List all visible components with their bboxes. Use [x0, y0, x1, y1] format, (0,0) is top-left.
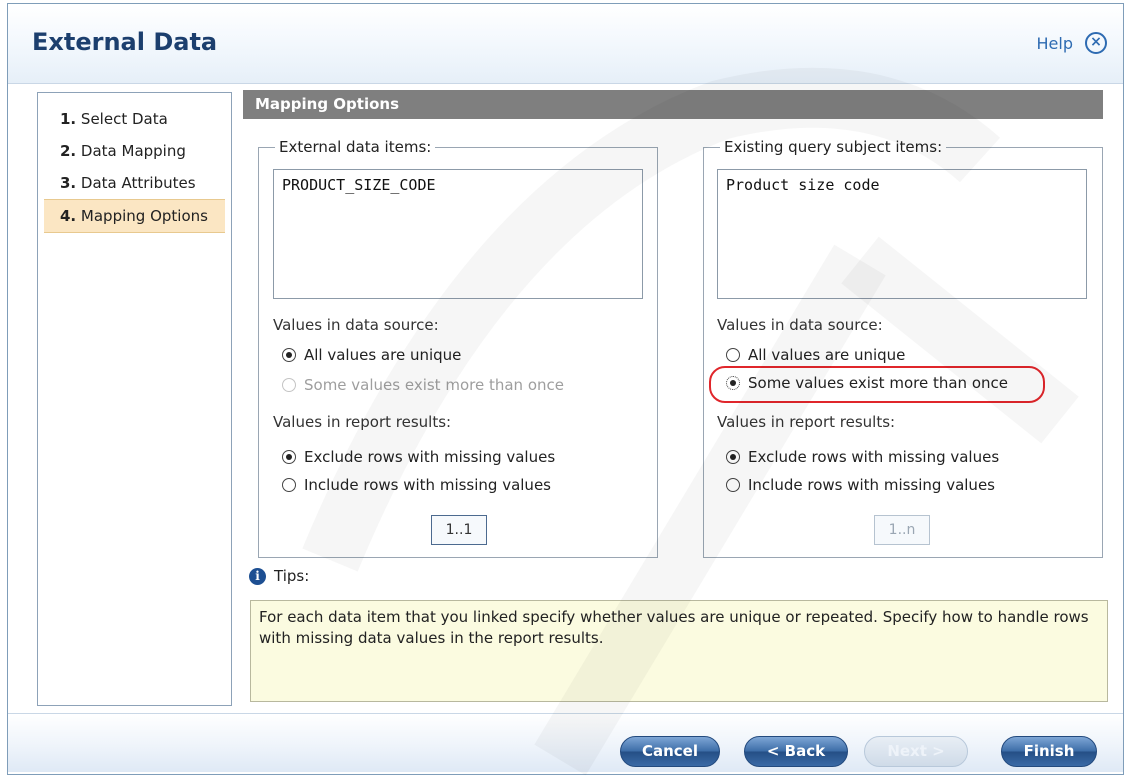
wizard-steps: 1. Select Data 2. Data Mapping 3. Data A… — [37, 92, 232, 706]
radio-label: Exclude rows with missing values — [748, 448, 1000, 466]
radio-checked-icon — [726, 450, 740, 464]
tips-label: Tips: — [274, 567, 310, 585]
step-number: 3. — [60, 174, 77, 192]
radio-all-unique[interactable]: All values are unique — [282, 346, 461, 364]
next-button: Next > — [864, 736, 968, 767]
step-number: 2. — [60, 142, 77, 160]
radio-checked-icon — [282, 348, 296, 362]
step-mapping-options[interactable]: 4. Mapping Options — [44, 199, 225, 233]
dialog-title: External Data — [32, 28, 218, 56]
group-legend: External data items: — [279, 138, 432, 156]
dialog-footer: Cancel < Back Next > Finish — [8, 713, 1123, 772]
title-bar: External Data Help × — [8, 4, 1123, 84]
step-label: Data Mapping — [80, 142, 186, 160]
step-label: Data Attributes — [80, 174, 196, 192]
help-link[interactable]: Help — [1037, 34, 1073, 53]
radio-include-missing[interactable]: Include rows with missing values — [726, 476, 995, 494]
group-legend: Existing query subject items: — [724, 138, 943, 156]
radio-label: Include rows with missing values — [748, 476, 995, 494]
values-report-label: Values in report results: — [273, 413, 452, 431]
step-data-mapping[interactable]: 2. Data Mapping — [38, 135, 231, 167]
step-number: 4. — [60, 207, 77, 225]
radio-label: Some values exist more than once — [304, 376, 564, 394]
list-item[interactable]: PRODUCT_SIZE_CODE — [282, 176, 634, 194]
info-icon: i — [249, 567, 266, 585]
values-source-label: Values in data source: — [273, 316, 439, 334]
external-data-list[interactable]: PRODUCT_SIZE_CODE — [273, 169, 643, 299]
radio-label: All values are unique — [304, 346, 462, 364]
highlight-annotation — [709, 366, 1045, 403]
back-button[interactable]: < Back — [744, 736, 848, 767]
tips-header: i Tips: — [249, 567, 309, 585]
radio-all-unique[interactable]: All values are unique — [726, 346, 905, 364]
values-source-label: Values in data source: — [717, 316, 883, 334]
list-item[interactable]: Product size code — [726, 176, 1078, 194]
cardinality-button[interactable]: 1..1 — [431, 515, 487, 545]
radio-label: Include rows with missing values — [304, 476, 551, 494]
step-label: Mapping Options — [80, 207, 208, 225]
existing-query-list[interactable]: Product size code — [717, 169, 1087, 299]
radio-checked-icon — [282, 450, 296, 464]
radio-unchecked-icon — [282, 378, 296, 392]
radio-label: All values are unique — [748, 346, 906, 364]
radio-unchecked-icon — [726, 348, 740, 362]
radio-exclude-missing[interactable]: Exclude rows with missing values — [726, 448, 999, 466]
values-report-label: Values in report results: — [717, 413, 896, 431]
radio-label: Exclude rows with missing values — [304, 448, 556, 466]
finish-button[interactable]: Finish — [1001, 736, 1097, 767]
step-number: 1. — [60, 110, 77, 128]
radio-exclude-missing[interactable]: Exclude rows with missing values — [282, 448, 555, 466]
close-icon[interactable]: × — [1085, 32, 1107, 54]
step-label: Select Data — [80, 110, 168, 128]
radio-unchecked-icon — [282, 478, 296, 492]
step-data-attributes[interactable]: 3. Data Attributes — [38, 167, 231, 199]
step-select-data[interactable]: 1. Select Data — [38, 103, 231, 135]
cardinality-button[interactable]: 1..n — [874, 515, 930, 545]
tips-box: For each data item that you linked speci… — [250, 600, 1108, 702]
section-header: Mapping Options — [243, 90, 1103, 119]
radio-include-missing[interactable]: Include rows with missing values — [282, 476, 551, 494]
cancel-button[interactable]: Cancel — [620, 736, 720, 767]
radio-some-repeated: Some values exist more than once — [282, 376, 564, 394]
radio-unchecked-icon — [726, 478, 740, 492]
